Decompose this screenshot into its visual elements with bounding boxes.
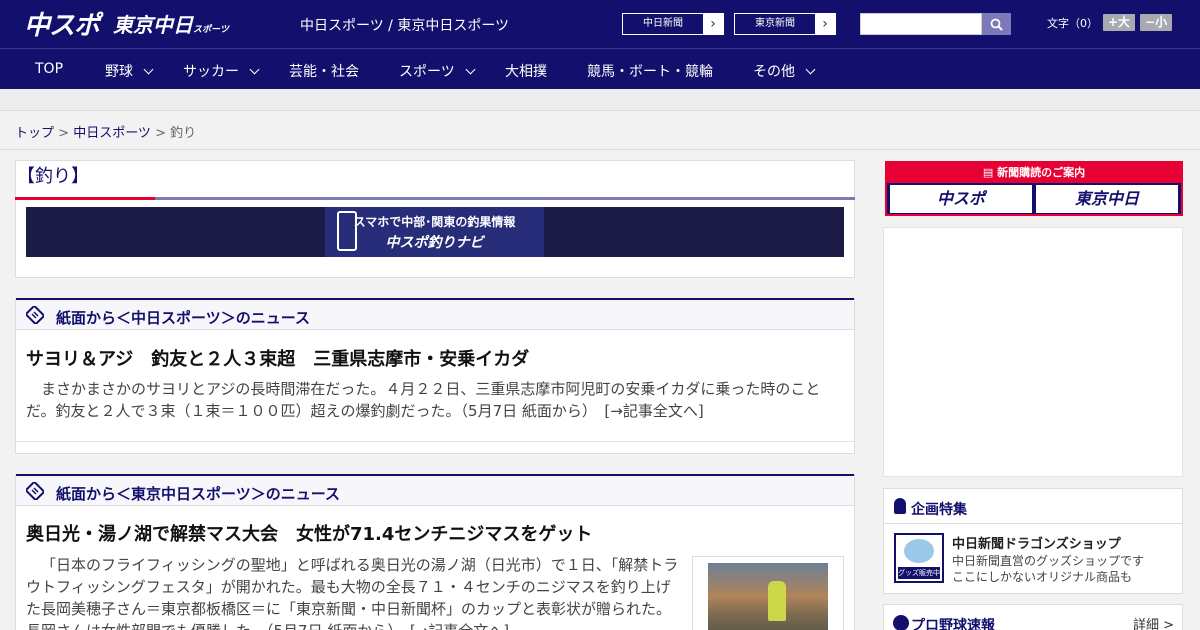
newspaper-icon: ▤ bbox=[982, 166, 998, 179]
angler-photo bbox=[708, 563, 828, 630]
baseball-details-link[interactable]: 詳細 > bbox=[1133, 614, 1174, 630]
ribbon-icon bbox=[894, 498, 906, 514]
subscribe-chuspo-button[interactable]: 中スポ bbox=[890, 185, 1032, 213]
chevron-down-icon bbox=[465, 64, 476, 74]
subscription-box: ▤ 新聞購読のご案内 中スポ 東京中日 bbox=[885, 161, 1183, 216]
newspaper-icon bbox=[26, 482, 44, 500]
feature-card-title: 企画特集 bbox=[911, 502, 967, 518]
divider bbox=[16, 441, 854, 442]
breadcrumb-current: 釣り bbox=[170, 126, 197, 141]
nav-item-top[interactable]: TOP bbox=[35, 61, 63, 77]
search-icon bbox=[990, 18, 1003, 31]
search-form bbox=[860, 13, 1011, 35]
dragons-shop-link[interactable]: グッズ販売中 中日新聞ドラゴンズショップ 中日新聞直営のグッズショップです ここに… bbox=[894, 533, 1174, 587]
chevron-down-icon bbox=[249, 64, 260, 74]
nav-item-racing[interactable]: 競馬・ボート・競輪 bbox=[587, 61, 713, 81]
article-summary: まさかまさかのサヨリとアジの長時間滞在だった。４月２２日、三重県志摩市阿児町の安… bbox=[26, 380, 821, 420]
main-nav: TOP 野球 サッカー 芸能・社会 スポーツ 大相撲 競馬・ボート・競輪 その他 bbox=[0, 48, 1200, 89]
title-underline-accent bbox=[15, 197, 155, 200]
chevron-down-icon bbox=[143, 64, 154, 74]
baseball-card-title: プロ野球速報 bbox=[911, 618, 995, 630]
shop-name: 中日新聞ドラゴンズショップ bbox=[952, 537, 1121, 552]
font-size-decrease-button[interactable]: −小 bbox=[1140, 14, 1173, 31]
banner-content: スマホで中部･関東の釣果情報 中スポ釣りナビ bbox=[325, 207, 544, 257]
angler-figure bbox=[768, 581, 786, 621]
shop-description: 中日新聞直営のグッズショップです ここにしかないオリジナル商品も bbox=[952, 554, 1145, 584]
ad-slot bbox=[883, 227, 1183, 477]
nav-item-other[interactable]: その他 bbox=[753, 61, 816, 81]
nav-item-sports[interactable]: スポーツ bbox=[399, 61, 476, 81]
search-button[interactable] bbox=[982, 13, 1011, 35]
breadcrumb: トップ > 中日スポーツ > 釣り bbox=[15, 126, 197, 141]
banner-line2: 中スポ釣りナビ bbox=[385, 235, 484, 251]
breadcrumb-top-link[interactable]: トップ bbox=[15, 126, 54, 141]
article-photo[interactable] bbox=[692, 556, 844, 630]
nav-item-sumo[interactable]: 大相撲 bbox=[505, 61, 547, 81]
chevron-down-icon bbox=[805, 64, 816, 74]
subscription-logos: 中スポ 東京中日 bbox=[887, 183, 1181, 215]
smartphone-icon bbox=[337, 211, 357, 251]
nav-item-soccer[interactable]: サッカー bbox=[183, 61, 260, 81]
baseball-icon bbox=[893, 615, 909, 630]
baseball-card-header: プロ野球速報 詳細 > bbox=[884, 605, 1182, 630]
nav-item-baseball[interactable]: 野球 bbox=[105, 61, 154, 81]
breadcrumb-section-link[interactable]: 中日スポーツ bbox=[73, 126, 151, 141]
section-heading: 紙面から＜東京中日スポーツ＞のニュース bbox=[16, 474, 854, 506]
tsuri-navi-banner[interactable]: スマホで中部･関東の釣果情報 中スポ釣りナビ bbox=[26, 207, 844, 257]
subscribe-tokyo-chunichi-button[interactable]: 東京中日 bbox=[1036, 185, 1178, 213]
site-header: 中スポ 東京中日スポーツ 中日スポーツ / 東京中日スポーツ 中日新聞 › 東京… bbox=[0, 0, 1200, 48]
feature-card-header: 企画特集 bbox=[884, 489, 1182, 524]
chevron-right-icon: › bbox=[815, 14, 835, 34]
page-title: 【釣り】 bbox=[17, 166, 89, 187]
tokyo-shimbun-link[interactable]: 東京新聞 › bbox=[734, 13, 836, 35]
section-heading: 紙面から＜中日スポーツ＞のニュース bbox=[16, 298, 854, 330]
subscription-heading: ▤ 新聞購読のご案内 bbox=[887, 163, 1181, 183]
tokyo-chunichi-logo[interactable]: 東京中日スポーツ bbox=[113, 9, 229, 38]
dragons-shop-thumbnail: グッズ販売中 bbox=[894, 533, 944, 583]
chuspo-logo[interactable]: 中スポ bbox=[24, 5, 100, 42]
font-size-control: 文字（0） +大 −小 bbox=[1047, 14, 1173, 31]
site-title: 中日スポーツ / 東京中日スポーツ bbox=[300, 18, 510, 34]
chevron-right-icon: › bbox=[703, 14, 723, 34]
chunichi-shimbun-link[interactable]: 中日新聞 › bbox=[622, 13, 724, 35]
banner-line1: スマホで中部･関東の釣果情報 bbox=[353, 215, 516, 229]
feature-card: 企画特集 グッズ販売中 中日新聞ドラゴンズショップ 中日新聞直営のグッズショップ… bbox=[883, 488, 1183, 594]
search-input[interactable] bbox=[860, 13, 982, 35]
article-summary: 「日本のフライフィッシングの聖地」と呼ばれる奥日光の湯ノ湖（日光市）で１日、「解… bbox=[26, 556, 679, 630]
site-logo[interactable]: 中スポ 東京中日スポーツ bbox=[24, 8, 229, 41]
shop-badge: グッズ販売中 bbox=[898, 567, 940, 579]
font-size-label: 文字（0） bbox=[1047, 16, 1098, 30]
nav-item-entertainment[interactable]: 芸能・社会 bbox=[289, 61, 359, 81]
subnav-band bbox=[0, 89, 1200, 111]
divider bbox=[0, 149, 1200, 150]
article-title-link[interactable]: 奥日光・湯ノ湖で解禁マス大会 女性が71.4センチニジマスをゲット bbox=[26, 520, 592, 546]
newspaper-icon bbox=[26, 306, 44, 324]
baseball-scores-card: プロ野球速報 詳細 > bbox=[883, 604, 1183, 630]
mascot-image bbox=[904, 539, 934, 563]
font-size-increase-button[interactable]: +大 bbox=[1103, 14, 1136, 31]
article-title-link[interactable]: サヨリ＆アジ 釣友と２人３束超 三重県志摩市・安乗イカダ bbox=[26, 345, 529, 371]
